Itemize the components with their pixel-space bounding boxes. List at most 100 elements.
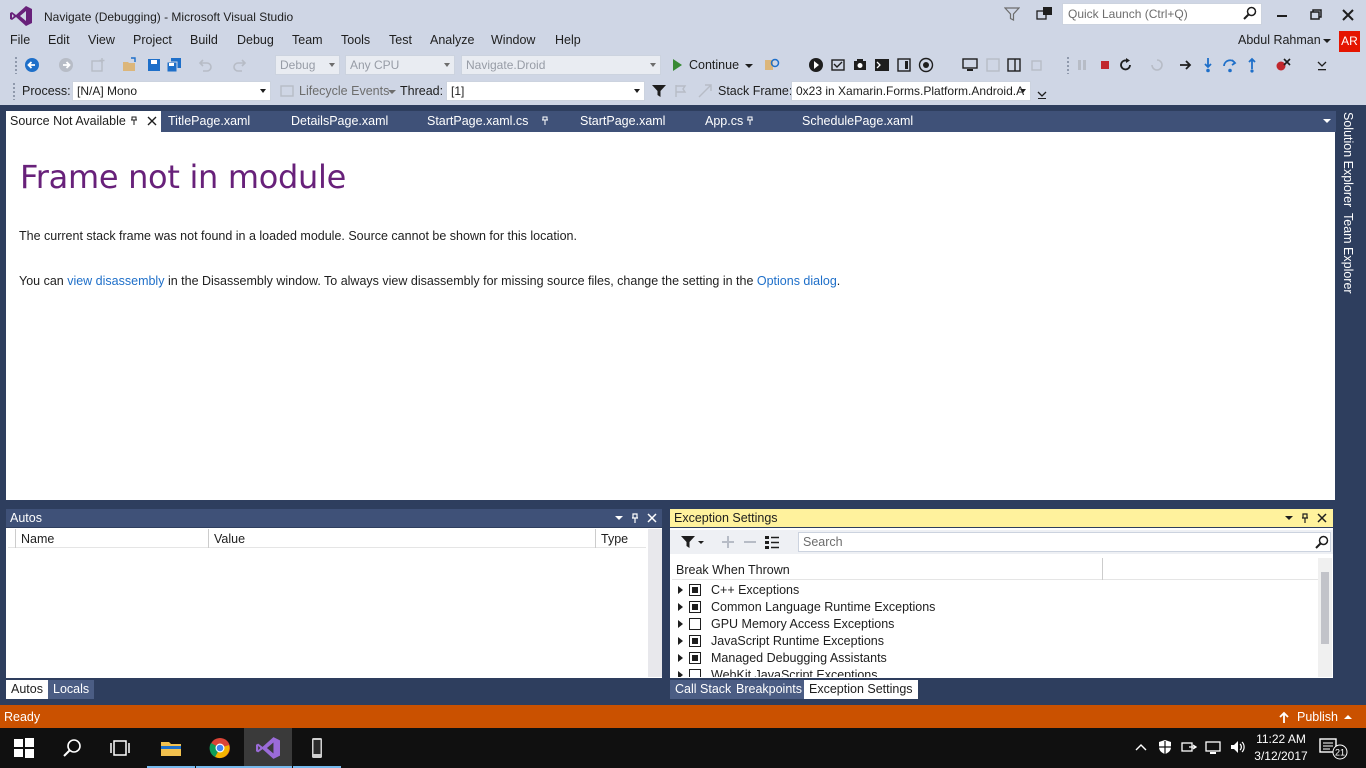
- exception-checkbox[interactable]: [689, 635, 701, 647]
- menu-team[interactable]: Team: [292, 33, 323, 47]
- exception-row[interactable]: Managed Debugging Assistants: [672, 650, 1316, 667]
- continue-dropdown-icon[interactable]: [741, 57, 757, 73]
- tab-exception-settings[interactable]: Exception Settings: [804, 680, 918, 699]
- stack-frame-select[interactable]: 0x23 in Xamarin.Forms.Platform.Android.A: [791, 81, 1031, 101]
- column-type[interactable]: Type: [601, 532, 628, 546]
- expand-icon[interactable]: [678, 586, 683, 594]
- minimize-button[interactable]: [1270, 4, 1294, 26]
- tab-breakpoints[interactable]: Breakpoints: [731, 680, 808, 699]
- pin-icon[interactable]: [541, 116, 549, 126]
- file-explorer-taskbar-button[interactable]: [147, 728, 195, 768]
- restore-defaults-list-icon[interactable]: [764, 534, 780, 550]
- process-select[interactable]: [N/A] Mono: [72, 81, 271, 101]
- start-button[interactable]: [0, 728, 48, 768]
- menu-test[interactable]: Test: [389, 33, 412, 47]
- break-all-icon[interactable]: [1074, 57, 1090, 73]
- column-divider[interactable]: [1102, 558, 1103, 580]
- debug-location-icon[interactable]: [830, 57, 846, 73]
- expand-icon[interactable]: [678, 671, 683, 677]
- exception-row[interactable]: C++ Exceptions: [672, 582, 1316, 599]
- column-divider[interactable]: [15, 529, 16, 548]
- search-button[interactable]: [48, 728, 96, 768]
- tab-startpage-xaml-cs[interactable]: StartPage.xaml.cs: [423, 111, 573, 132]
- column-divider[interactable]: [595, 529, 596, 548]
- add-icon[interactable]: [720, 534, 736, 550]
- account-name[interactable]: Abdul Rahman: [1238, 33, 1321, 47]
- undo-icon[interactable]: [197, 57, 213, 73]
- lifecycle-events-button[interactable]: Lifecycle Events: [299, 84, 389, 98]
- exception-row[interactable]: GPU Memory Access Exceptions: [672, 616, 1316, 633]
- open-file-icon[interactable]: [122, 57, 138, 73]
- network-sharing-icon[interactable]: [1181, 739, 1197, 755]
- step-into-icon[interactable]: [1200, 57, 1216, 73]
- hot-reload-icon[interactable]: [1149, 57, 1165, 73]
- visual-studio-logo-icon[interactable]: [10, 6, 32, 26]
- device-monitor-icon[interactable]: [962, 57, 978, 73]
- tab-call-stack[interactable]: Call Stack: [670, 680, 737, 699]
- notification-filter-icon[interactable]: [1004, 6, 1020, 22]
- pin-icon[interactable]: [1300, 513, 1310, 523]
- exception-search-input[interactable]: Search: [798, 532, 1331, 552]
- avatar[interactable]: AR: [1339, 31, 1360, 52]
- tab-source-not-available[interactable]: Source Not Available: [6, 111, 161, 132]
- publish-dropdown-icon[interactable]: [1343, 714, 1353, 720]
- search-icon[interactable]: [1243, 6, 1257, 20]
- volume-icon[interactable]: [1229, 739, 1245, 755]
- restore-button[interactable]: [1303, 4, 1327, 26]
- account-dropdown-icon[interactable]: [1322, 37, 1332, 45]
- toolbar-options-icon[interactable]: [1314, 57, 1330, 73]
- column-name[interactable]: Name: [21, 532, 54, 546]
- network-icon[interactable]: [1205, 739, 1221, 755]
- window-layout-icon[interactable]: [985, 57, 1001, 73]
- device-log-icon[interactable]: [896, 57, 912, 73]
- thread-select[interactable]: [1]: [446, 81, 645, 101]
- show-hidden-icons-icon[interactable]: [1133, 739, 1149, 755]
- menu-view[interactable]: View: [88, 33, 115, 47]
- tab-locals[interactable]: Locals: [48, 680, 95, 699]
- column-break-when-thrown[interactable]: Break When Thrown: [676, 563, 790, 577]
- window-position-dropdown-icon[interactable]: [614, 513, 624, 523]
- new-project-icon[interactable]: [90, 57, 106, 73]
- menu-analyze[interactable]: Analyze: [430, 33, 474, 47]
- toolbar-grip[interactable]: [1066, 56, 1070, 74]
- stop-debugging-icon[interactable]: [1097, 57, 1113, 73]
- show-next-statement-arrow-icon[interactable]: [1178, 57, 1194, 73]
- show-next-statement-icon[interactable]: [808, 57, 824, 73]
- restart-icon[interactable]: [1118, 57, 1134, 73]
- pin-icon[interactable]: [746, 116, 754, 126]
- expand-icon[interactable]: [678, 637, 683, 645]
- exception-checkbox[interactable]: [689, 618, 701, 630]
- close-icon[interactable]: [1317, 513, 1327, 523]
- toolbar-grip[interactable]: [14, 56, 18, 74]
- publish-arrow-icon[interactable]: [1278, 711, 1290, 723]
- menu-debug[interactable]: Debug: [237, 33, 274, 47]
- exception-checkbox[interactable]: [689, 584, 701, 596]
- close-window-button[interactable]: [1336, 4, 1360, 26]
- menu-window[interactable]: Window: [491, 33, 535, 47]
- navigate-back-icon[interactable]: [24, 57, 40, 73]
- flag-threads-icon[interactable]: [673, 83, 689, 99]
- window-position-dropdown-icon[interactable]: [1284, 513, 1294, 523]
- diagnostics-icon[interactable]: [918, 57, 934, 73]
- filter-icon[interactable]: [680, 534, 696, 550]
- toolbar-options-icon[interactable]: [1034, 83, 1050, 99]
- pin-icon[interactable]: [630, 513, 640, 523]
- tab-autos[interactable]: Autos: [6, 680, 48, 699]
- tab-schedulepage-xaml[interactable]: SchedulePage.xaml: [798, 111, 917, 132]
- live-tree-icon[interactable]: [1030, 57, 1046, 73]
- pin-icon[interactable]: [130, 116, 138, 126]
- find-in-files-icon[interactable]: [764, 57, 780, 73]
- continue-button[interactable]: Continue: [689, 58, 739, 72]
- column-value[interactable]: Value: [214, 532, 245, 546]
- solution-explorer-tab[interactable]: Solution Explorer: [1341, 112, 1355, 207]
- menu-project[interactable]: Project: [133, 33, 172, 47]
- menu-build[interactable]: Build: [190, 33, 218, 47]
- external-code-icon[interactable]: [697, 83, 713, 99]
- tab-startpage-xaml[interactable]: StartPage.xaml: [576, 111, 669, 132]
- tab-overflow-dropdown-icon[interactable]: [1322, 117, 1332, 125]
- lifecycle-events-icon[interactable]: [279, 83, 295, 99]
- options-dialog-link[interactable]: Options dialog: [757, 274, 837, 288]
- startup-project-select[interactable]: Navigate.Droid: [461, 55, 661, 75]
- exception-checkbox[interactable]: [689, 652, 701, 664]
- tab-detailspage-xaml[interactable]: DetailsPage.xaml: [287, 111, 392, 132]
